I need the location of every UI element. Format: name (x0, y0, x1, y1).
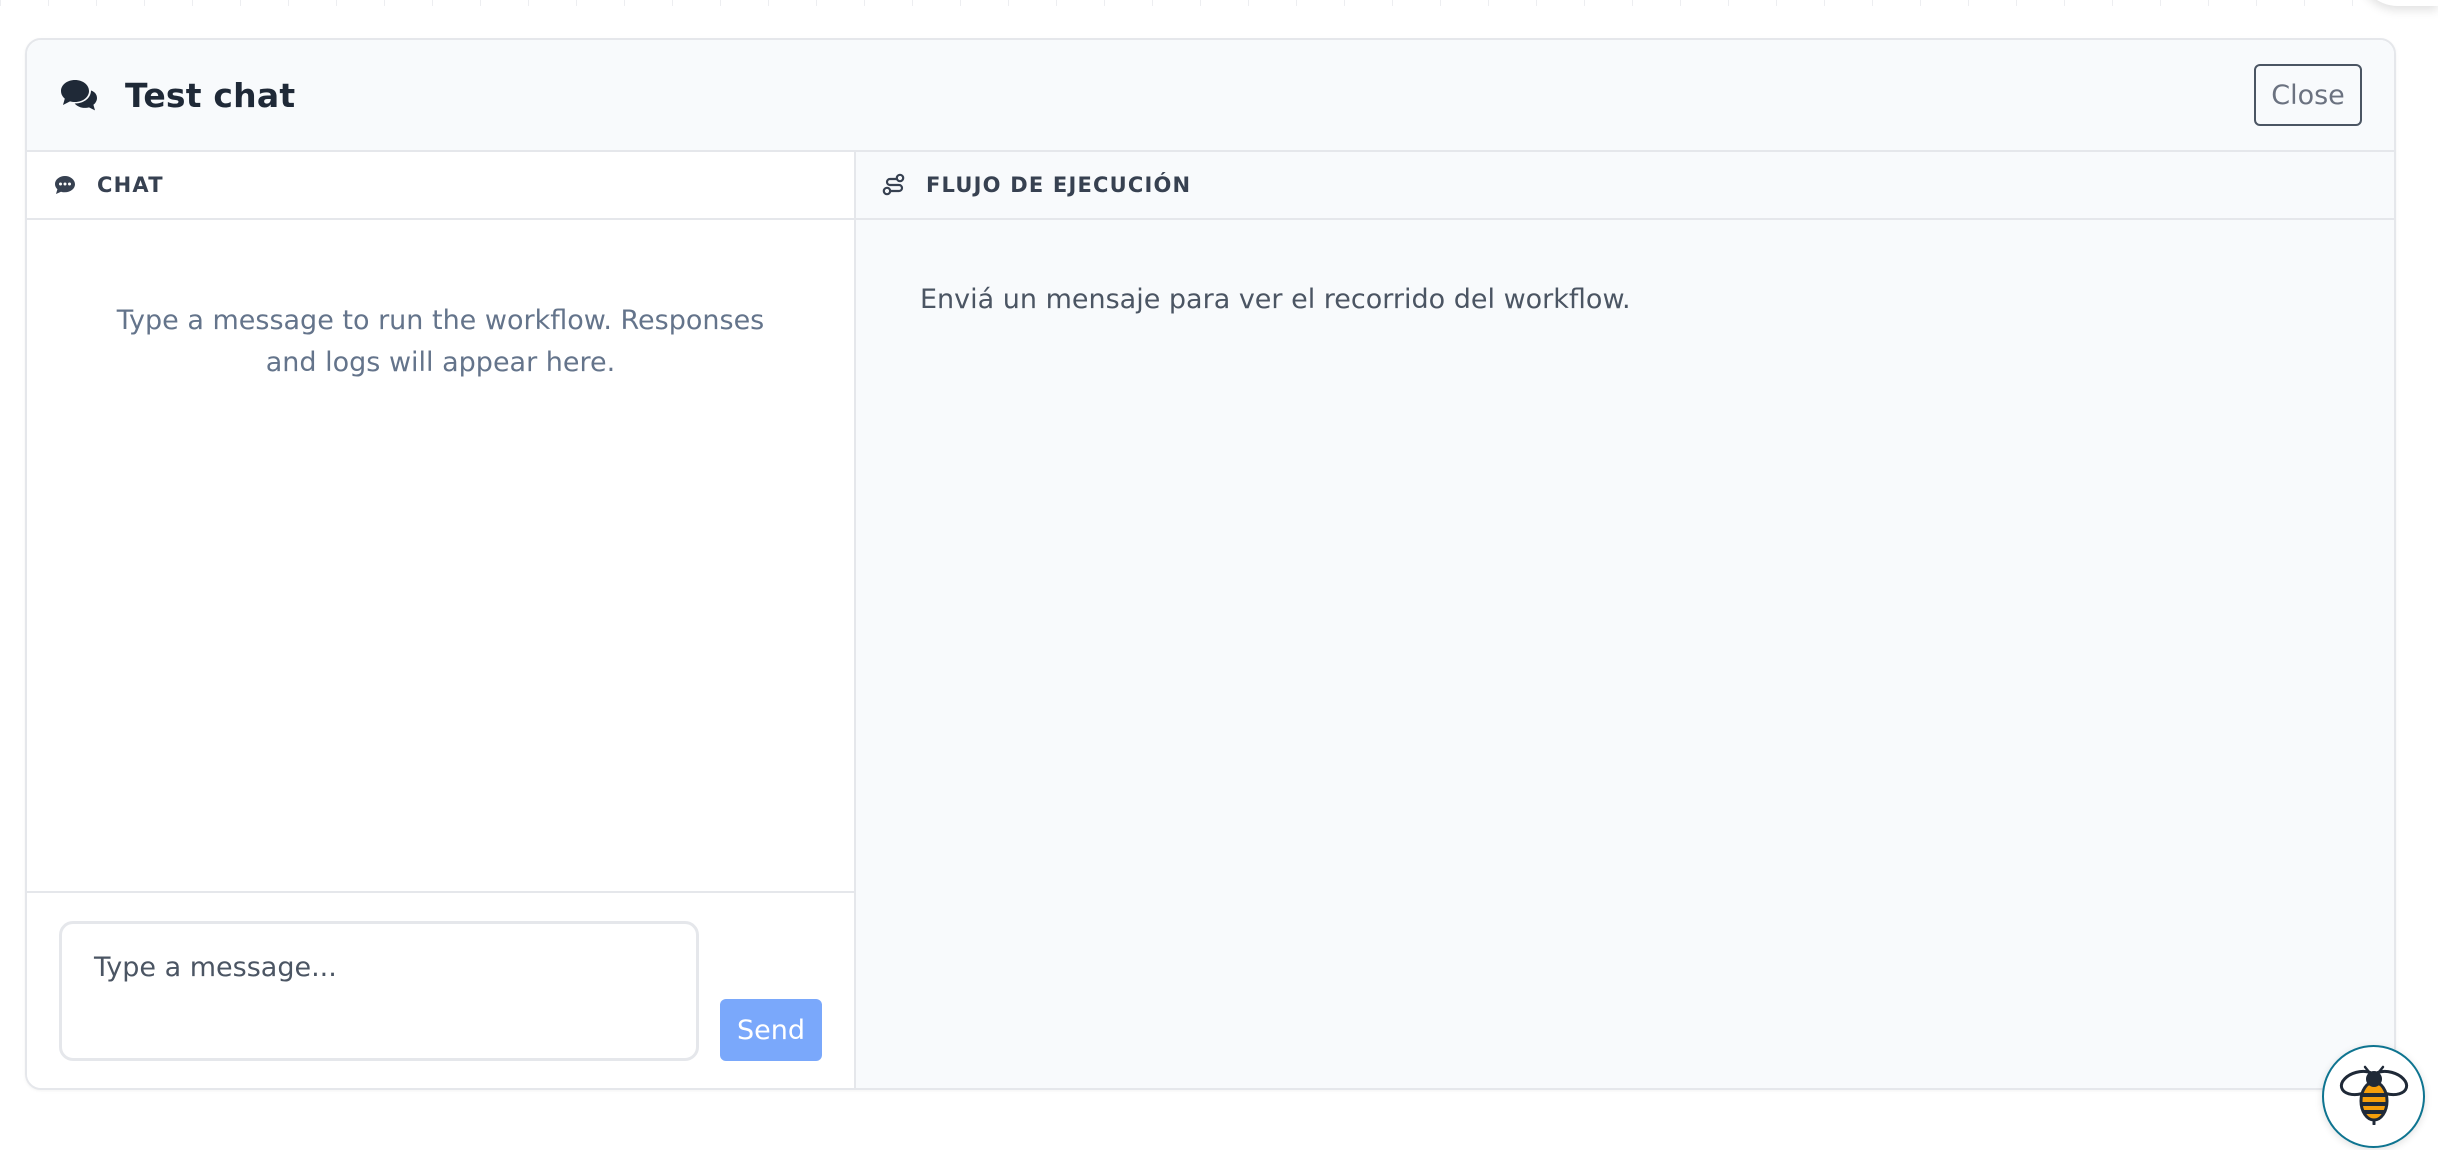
chat-composer: Send (27, 891, 854, 1088)
close-button[interactable]: Close (2254, 64, 2362, 126)
execution-flow-area: Enviá un mensaje para ver el recorrido d… (856, 220, 2394, 1088)
comment-dots-icon (53, 173, 77, 197)
route-icon (882, 173, 906, 197)
flow-column-label: FLUJO DE EJECUCIÓN (926, 173, 1192, 197)
canvas-grid-background (0, 0, 2438, 6)
message-input[interactable] (59, 921, 699, 1061)
dialog-header: Test chat Close (27, 40, 2394, 152)
chat-empty-state: Type a message to run the workflow. Resp… (116, 305, 765, 378)
send-button[interactable]: Send (720, 999, 822, 1061)
test-chat-dialog: Test chat Close CHAT Type a message to r… (25, 38, 2396, 1090)
flow-empty-state: Enviá un mensaje para ver el recorrido d… (920, 284, 1631, 315)
dialog-title: Test chat (125, 75, 296, 115)
flow-column-header: FLUJO DE EJECUCIÓN (856, 152, 2394, 220)
assistant-bee-button[interactable] (2322, 1045, 2425, 1148)
chat-messages-area: Type a message to run the workflow. Resp… (27, 220, 854, 891)
chat-column-header: CHAT (27, 152, 854, 220)
chat-bubbles-icon (59, 77, 103, 113)
bee-icon (2337, 1065, 2411, 1129)
chat-column-label: CHAT (97, 173, 164, 197)
execution-flow-column: FLUJO DE EJECUCIÓN Enviá un mensaje para… (856, 152, 2394, 1088)
dialog-body: CHAT Type a message to run the workflow.… (27, 152, 2394, 1088)
chat-column: CHAT Type a message to run the workflow.… (27, 152, 856, 1088)
